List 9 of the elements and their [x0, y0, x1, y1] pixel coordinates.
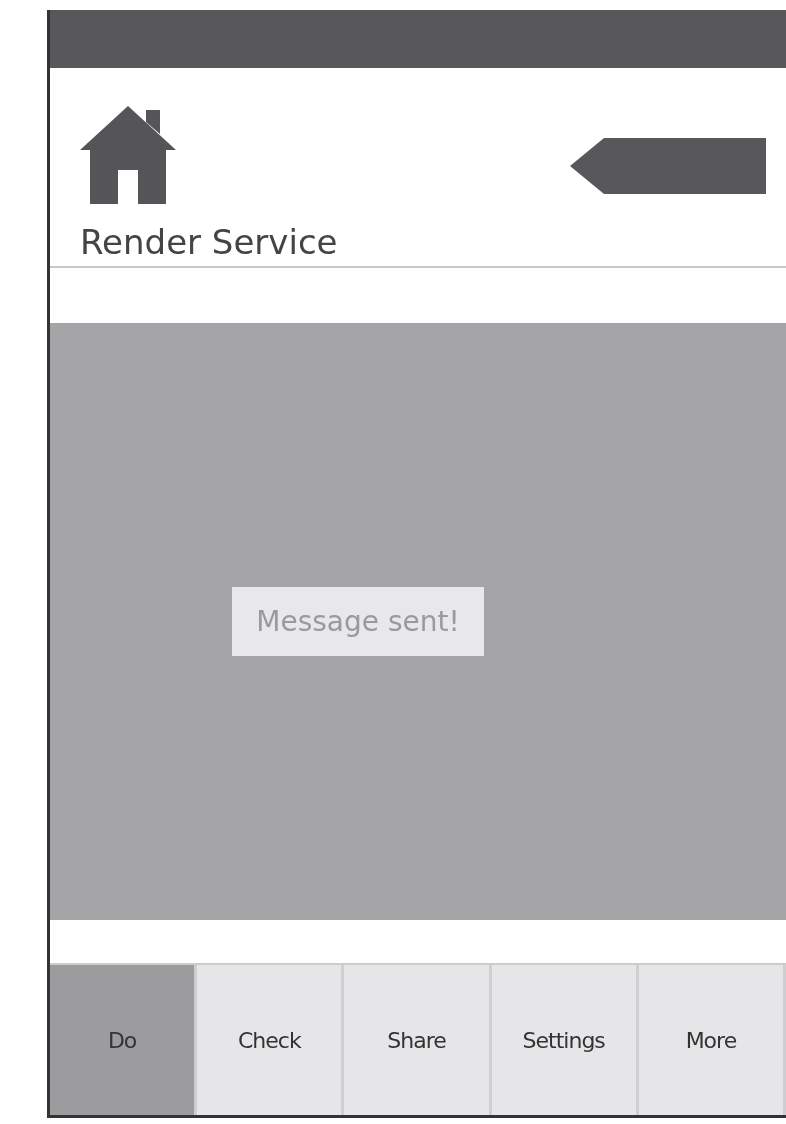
- tab[interactable]: Do: [50, 965, 198, 1115]
- tab[interactable]: Settings: [491, 965, 639, 1115]
- tab[interactable]: Share: [344, 965, 492, 1115]
- home-icon[interactable]: [80, 104, 176, 204]
- back-button[interactable]: [570, 138, 766, 194]
- app-title: Render Service: [80, 222, 338, 262]
- toast-message: Message sent!: [232, 587, 484, 656]
- tab[interactable]: More: [638, 965, 786, 1115]
- tab[interactable]: Check: [197, 965, 345, 1115]
